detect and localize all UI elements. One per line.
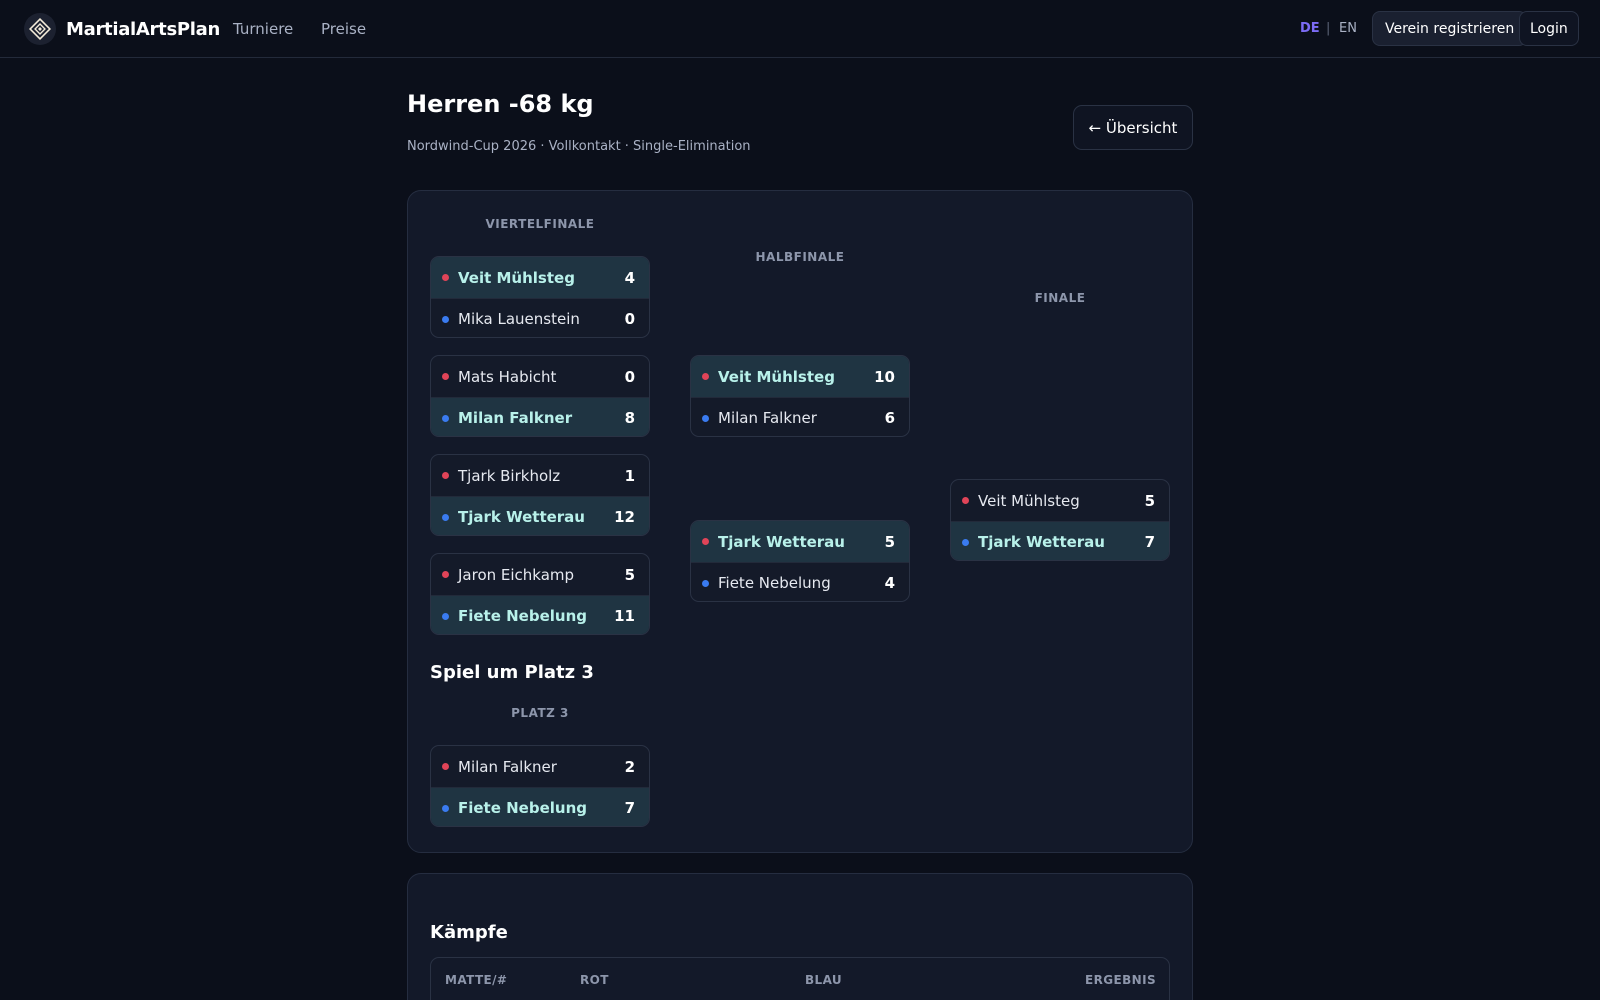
fighter-score: 5 bbox=[884, 532, 895, 551]
fighter-score: 7 bbox=[1144, 533, 1155, 551]
match-semifinal-1[interactable]: Veit Mühlsteg 10 Milan Falkner 6 bbox=[690, 355, 910, 437]
fighter-score: 6 bbox=[884, 409, 895, 427]
fighter-score: 5 bbox=[624, 565, 635, 584]
red-corner-dot-icon bbox=[702, 538, 709, 545]
round-label-third-place: PLATZ 3 bbox=[511, 706, 569, 720]
fighter-name: Veit Mühlsteg bbox=[458, 268, 575, 287]
nav-prices[interactable]: Preise bbox=[321, 20, 366, 38]
lang-de[interactable]: DE bbox=[1300, 21, 1320, 36]
fighter-score: 5 bbox=[1144, 491, 1155, 510]
fighter-name: Veit Mühlsteg bbox=[978, 491, 1080, 510]
fighter-name: Jaron Eichkamp bbox=[458, 565, 575, 584]
fighter-score: 8 bbox=[624, 409, 635, 427]
fighter-name: Veit Mühlsteg bbox=[718, 367, 835, 386]
red-corner-dot-icon bbox=[442, 472, 449, 479]
logo-icon bbox=[24, 13, 56, 45]
match-quarterfinal-3[interactable]: Tjark Birkholz 1 Tjark Wetterau 12 bbox=[430, 454, 650, 536]
brand-name: MartialArtsPlan bbox=[66, 18, 220, 40]
blue-corner-dot-icon bbox=[702, 579, 709, 587]
fighter-name: Tjark Birkholz bbox=[458, 466, 561, 485]
lang-separator: | bbox=[1326, 21, 1331, 36]
fighter-blue: Fiete Nebelung 11 bbox=[431, 595, 649, 634]
red-corner-dot-icon bbox=[442, 763, 449, 770]
fighter-blue: Milan Falkner 8 bbox=[431, 397, 649, 436]
match-final[interactable]: Veit Mühlsteg 5 Tjark Wetterau 7 bbox=[950, 479, 1170, 561]
fighter-blue: Tjark Wetterau 7 bbox=[951, 521, 1169, 560]
match-quarterfinal-4[interactable]: Jaron Eichkamp 5 Fiete Nebelung 11 bbox=[430, 553, 650, 635]
fighter-score: 4 bbox=[624, 268, 635, 287]
fighter-score: 0 bbox=[624, 367, 635, 386]
blue-corner-dot-icon bbox=[442, 315, 449, 323]
brand[interactable]: MartialArtsPlan bbox=[24, 13, 220, 45]
fighter-red: Veit Mühlsteg 4 bbox=[431, 257, 649, 298]
fights-heading: Kämpfe bbox=[430, 922, 508, 943]
blue-corner-dot-icon bbox=[442, 804, 449, 812]
column-header-red[interactable]: ROT bbox=[580, 973, 609, 987]
fighter-red: Jaron Eichkamp 5 bbox=[431, 554, 649, 595]
top-navbar: MartialArtsPlan Turniere Preise DE | EN … bbox=[0, 0, 1600, 58]
round-label-final: FINALE bbox=[1034, 291, 1086, 305]
fighter-name: Milan Falkner bbox=[718, 409, 817, 427]
column-header-blue[interactable]: BLAU bbox=[805, 973, 842, 987]
red-corner-dot-icon bbox=[962, 497, 969, 504]
lang-en[interactable]: EN bbox=[1339, 21, 1357, 36]
fighter-name: Fiete Nebelung bbox=[718, 574, 831, 592]
blue-corner-dot-icon bbox=[962, 538, 969, 546]
red-corner-dot-icon bbox=[702, 373, 709, 380]
login-button[interactable]: Login bbox=[1519, 11, 1579, 46]
fighter-score: 1 bbox=[624, 466, 635, 485]
fighter-score: 2 bbox=[624, 757, 635, 776]
fighter-blue: Fiete Nebelung 7 bbox=[431, 787, 649, 826]
fighter-name: Milan Falkner bbox=[458, 409, 573, 427]
fighter-score: 11 bbox=[614, 607, 635, 625]
column-header-mat[interactable]: MATTE/# bbox=[445, 973, 507, 987]
red-corner-dot-icon bbox=[442, 571, 449, 578]
blue-corner-dot-icon bbox=[702, 414, 709, 422]
fighter-name: Tjark Wetterau bbox=[978, 533, 1105, 551]
fighter-name: Tjark Wetterau bbox=[718, 532, 845, 551]
round-label-quarterfinal: VIERTELFINALE bbox=[485, 217, 595, 231]
blue-corner-dot-icon bbox=[442, 612, 449, 620]
fighter-name: Tjark Wetterau bbox=[458, 508, 585, 526]
blue-corner-dot-icon bbox=[442, 414, 449, 422]
fights-table: MATTE/# ROT BLAU ERGEBNIS bbox=[430, 957, 1170, 1000]
blue-corner-dot-icon bbox=[442, 513, 449, 521]
fighter-red: Veit Mühlsteg 5 bbox=[951, 480, 1169, 521]
fighter-name: Fiete Nebelung bbox=[458, 607, 588, 625]
page-title: Herren -68 kg bbox=[407, 90, 594, 118]
fighter-name: Milan Falkner bbox=[458, 757, 557, 776]
match-third-place[interactable]: Milan Falkner 2 Fiete Nebelung 7 bbox=[430, 745, 650, 827]
register-club-button[interactable]: Verein registrieren bbox=[1372, 11, 1528, 46]
fighter-score: 12 bbox=[614, 508, 635, 526]
fighter-red: Tjark Birkholz 1 bbox=[431, 455, 649, 496]
fighter-blue: Mika Lauenstein 0 bbox=[431, 298, 649, 337]
third-place-heading: Spiel um Platz 3 bbox=[430, 662, 594, 683]
fighter-blue: Fiete Nebelung 4 bbox=[691, 562, 909, 601]
match-quarterfinal-1[interactable]: Veit Mühlsteg 4 Mika Lauenstein 0 bbox=[430, 256, 650, 338]
fighter-blue: Milan Falkner 6 bbox=[691, 397, 909, 436]
fighter-red: Veit Mühlsteg 10 bbox=[691, 356, 909, 397]
fighter-score: 7 bbox=[624, 799, 635, 817]
fighter-red: Milan Falkner 2 bbox=[431, 746, 649, 787]
fighter-blue: Tjark Wetterau 12 bbox=[431, 496, 649, 535]
back-to-overview-button[interactable]: ← Übersicht bbox=[1073, 105, 1193, 150]
nav-tournaments[interactable]: Turniere bbox=[233, 20, 293, 38]
red-corner-dot-icon bbox=[442, 274, 449, 281]
fighter-name: Mats Habicht bbox=[458, 367, 557, 386]
match-quarterfinal-2[interactable]: Mats Habicht 0 Milan Falkner 8 bbox=[430, 355, 650, 437]
fighter-score: 4 bbox=[884, 574, 895, 592]
fighter-name: Mika Lauenstein bbox=[458, 310, 580, 328]
page-subtitle: Nordwind-Cup 2026 · Vollkontakt · Single… bbox=[407, 139, 751, 154]
fighter-score: 0 bbox=[624, 310, 635, 328]
match-semifinal-2[interactable]: Tjark Wetterau 5 Fiete Nebelung 4 bbox=[690, 520, 910, 602]
round-label-semifinal: HALBFINALE bbox=[755, 250, 845, 264]
fighter-red: Tjark Wetterau 5 bbox=[691, 521, 909, 562]
fighter-red: Mats Habicht 0 bbox=[431, 356, 649, 397]
red-corner-dot-icon bbox=[442, 373, 449, 380]
fighter-name: Fiete Nebelung bbox=[458, 799, 588, 817]
column-header-result[interactable]: ERGEBNIS bbox=[1085, 973, 1156, 987]
fighter-score: 10 bbox=[874, 367, 895, 386]
